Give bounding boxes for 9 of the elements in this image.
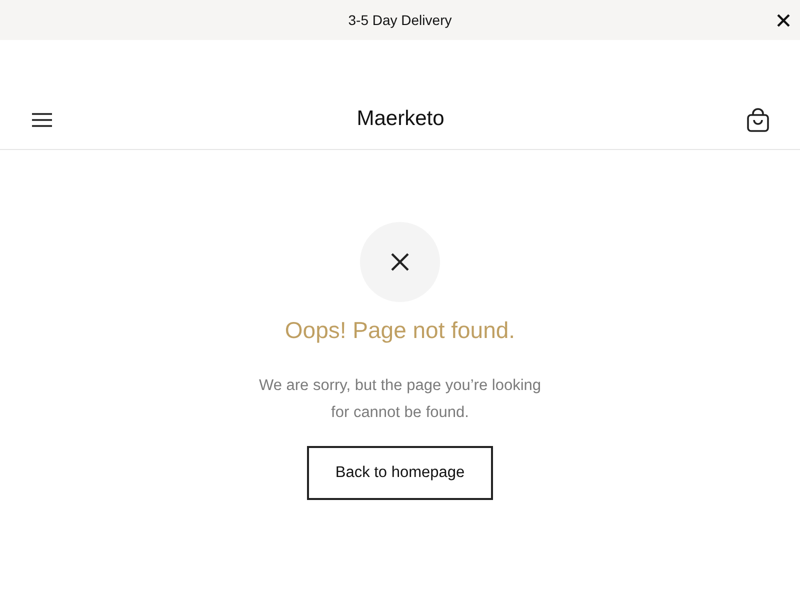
error-x-icon [360, 222, 440, 302]
close-icon[interactable] [777, 14, 790, 26]
menu-icon[interactable] [32, 113, 52, 127]
back-to-homepage-button[interactable]: Back to homepage [307, 446, 493, 500]
store-logo[interactable]: Maerketo [356, 105, 444, 133]
error-title: Oops! Page not found. [284, 316, 516, 345]
error-message: We are sorry, but the page you’re looking for cannot be found. [258, 376, 542, 423]
shopping-bag-icon[interactable] [747, 108, 769, 132]
announcement-text: 3-5 Day Delivery [348, 12, 452, 28]
